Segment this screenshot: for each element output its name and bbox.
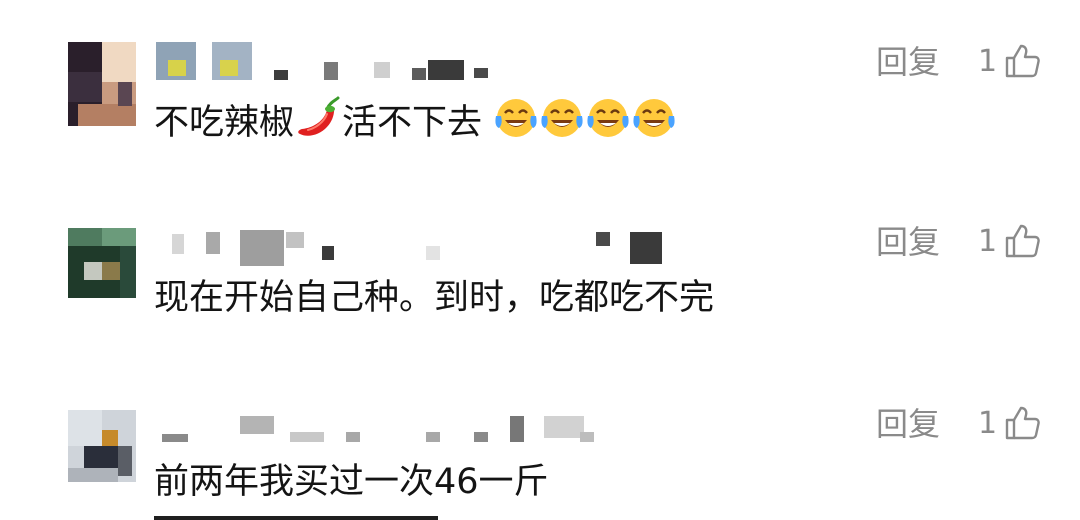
comment-text: 现在开始自己种。到时，吃都吃不完	[154, 278, 715, 318]
avatar[interactable]	[68, 410, 136, 482]
next-media-thumbnail-edge[interactable]	[154, 516, 438, 520]
like-count: 1	[978, 406, 998, 441]
username-blurred[interactable]	[156, 412, 676, 452]
username-blurred[interactable]	[156, 228, 676, 268]
comment-text: 前两年我买过一次46一斤	[154, 462, 549, 502]
reply-button[interactable]: 回复	[876, 404, 940, 444]
comment-item: 前两年我买过一次46一斤 回复 1	[0, 0, 1080, 502]
reply-button[interactable]: 回复	[876, 222, 940, 262]
like-count: 1	[978, 224, 998, 259]
avatar[interactable]	[68, 228, 136, 298]
thumbs-up-icon[interactable]	[1004, 223, 1040, 259]
thumbs-up-icon[interactable]	[1004, 405, 1040, 441]
